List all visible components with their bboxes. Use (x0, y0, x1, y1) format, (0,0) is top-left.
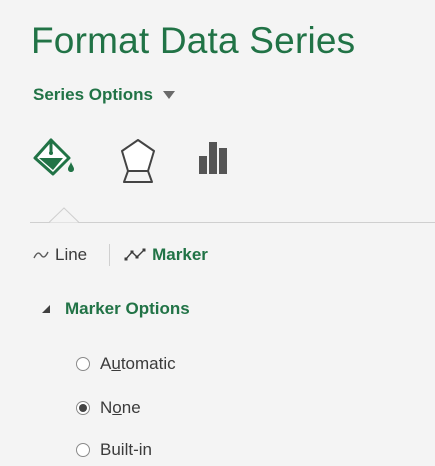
tab-effects[interactable] (115, 132, 165, 188)
expand-triangle-icon (42, 305, 50, 313)
radio-none[interactable]: None (76, 398, 141, 418)
subtab-marker[interactable]: Marker (124, 245, 208, 265)
chevron-down-icon (162, 91, 175, 99)
radio-built-in[interactable]: Built-in (76, 440, 152, 460)
line-icon (33, 251, 49, 259)
subtab-bar: Line Marker (33, 244, 208, 266)
section-label: Marker Options (65, 299, 190, 318)
selected-tab-pointer (49, 207, 79, 223)
subtab-marker-label: Marker (152, 245, 208, 264)
tab-series-options[interactable] (193, 132, 243, 188)
tab-fill-line[interactable] (30, 132, 80, 188)
radio-button[interactable] (76, 443, 90, 457)
paint-bucket-icon (33, 138, 74, 176)
radio-button[interactable] (76, 357, 90, 371)
marker-line-icon (124, 248, 146, 261)
series-options-dropdown[interactable]: Series Options (33, 85, 175, 105)
radio-label-built-in: Built-in (100, 440, 152, 459)
radio-label-none: None (100, 398, 141, 417)
subtab-line[interactable]: Line (33, 245, 87, 265)
series-options-label: Series Options (33, 85, 153, 104)
tab-divider (30, 222, 435, 223)
marker-options-section-header[interactable]: Marker Options (42, 299, 190, 319)
format-data-series-pane: Format Data Series Series Options Line M… (0, 0, 435, 466)
subtab-line-label: Line (55, 245, 88, 264)
radio-automatic[interactable]: Automatic (76, 354, 176, 374)
pentagon-icon (121, 139, 155, 183)
bar-chart-icon (199, 142, 227, 174)
pane-title: Format Data Series (31, 20, 356, 61)
subtab-separator (109, 244, 111, 266)
radio-selected-dot (79, 404, 87, 412)
radio-label-automatic: Automatic (100, 354, 176, 373)
radio-button[interactable] (76, 401, 90, 415)
